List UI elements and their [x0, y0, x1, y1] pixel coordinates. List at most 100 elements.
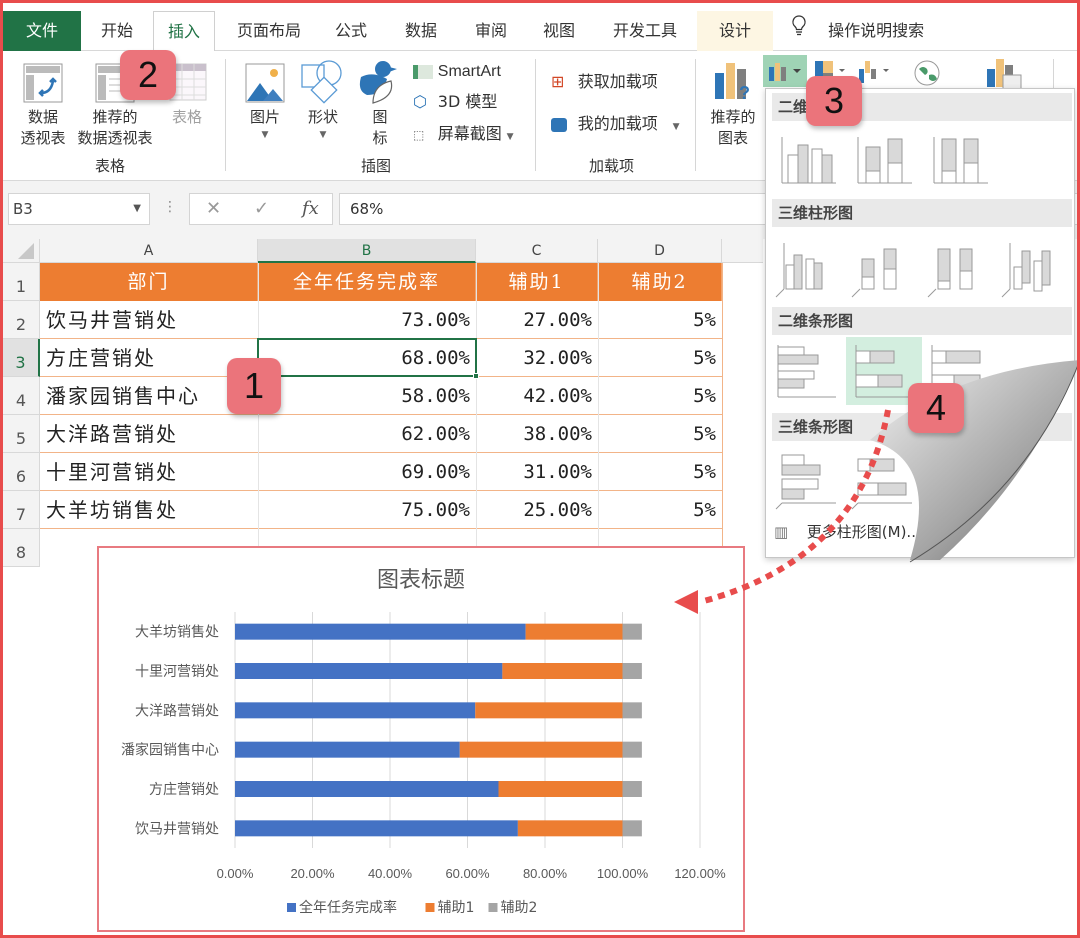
bar-segment-1[interactable]	[235, 781, 499, 797]
row-header-8[interactable]: 8	[3, 529, 40, 567]
stacked-bar-chart[interactable]: 图表标题 0.00% 20.00% 40.00% 60.00% 80.00% 100.00…	[97, 546, 745, 932]
tab-home[interactable]: 开始	[91, 11, 143, 51]
formula-bar-grip-icon[interactable]: ⋮	[163, 199, 177, 215]
screenshot-button[interactable]: ⬚ 屏幕截图 ▼	[413, 123, 514, 148]
3d-model-button[interactable]: ⬡ 3D 模型	[413, 91, 497, 113]
100-stacked-column-option[interactable]	[924, 127, 992, 195]
clustered-column-option[interactable]	[772, 127, 840, 195]
select-all-corner[interactable]	[3, 239, 40, 263]
bar-segment-3[interactable]	[622, 781, 642, 797]
value-cell[interactable]: 32.00%	[476, 339, 598, 377]
bar-segment-2[interactable]	[502, 663, 623, 679]
tab-design[interactable]: 设计	[697, 11, 773, 51]
bar-segment-3[interactable]	[622, 702, 642, 719]
row-header-6[interactable]: 6	[3, 453, 40, 491]
header-cell[interactable]: 辅助2	[598, 263, 722, 301]
shapes-dropdown-icon: ▼	[319, 130, 327, 140]
x-tick-label: 120.00%	[674, 866, 726, 881]
department-cell[interactable]: 潘家园销售中心	[40, 377, 258, 415]
column-header-c[interactable]: C	[476, 239, 598, 263]
bar-segment-2[interactable]	[517, 820, 623, 837]
get-addins-button[interactable]: ⊞ 获取加载项	[551, 71, 658, 93]
column-header-e[interactable]	[722, 239, 763, 263]
bar-segment-3[interactable]	[622, 623, 642, 640]
tab-formulas[interactable]: 公式	[329, 11, 373, 51]
row-header-2[interactable]: 2	[3, 301, 40, 339]
value-cell[interactable]: 42.00%	[476, 377, 598, 415]
legend-label[interactable]: 辅助2	[501, 900, 538, 916]
tab-review[interactable]: 审阅	[469, 11, 513, 51]
tab-data[interactable]: 数据	[399, 11, 443, 51]
enter-check-icon[interactable]: ✓	[254, 198, 269, 219]
3d-stacked-column-option[interactable]	[848, 235, 916, 303]
tab-developer[interactable]: 开发工具	[607, 11, 683, 51]
department-cell[interactable]: 方庄营销处	[40, 339, 258, 377]
department-cell[interactable]: 饮马井营销处	[40, 301, 258, 339]
column-header-b[interactable]: B	[258, 239, 476, 263]
smartart-button[interactable]: SmartArt	[413, 61, 501, 82]
row-header-1[interactable]: 1	[3, 263, 40, 301]
value-cell[interactable]: 25.00%	[476, 491, 598, 529]
tab-insert[interactable]: 插入	[153, 11, 215, 52]
value-cell[interactable]: 62.00%	[258, 415, 476, 453]
3d-100-stacked-column-option[interactable]	[924, 235, 992, 303]
pivot-chart-button[interactable]	[983, 55, 1023, 91]
name-box[interactable]: B3 ▼	[8, 193, 150, 225]
bar-segment-3[interactable]	[622, 820, 642, 837]
tell-me-search[interactable]: 操作说明搜索	[791, 11, 951, 51]
bar-segment-1[interactable]	[235, 741, 460, 758]
value-cell[interactable]: 27.00%	[476, 301, 598, 339]
value-cell[interactable]: 5%	[598, 339, 722, 377]
row-header-7[interactable]: 7	[3, 491, 40, 529]
fill-handle[interactable]	[473, 373, 479, 379]
value-cell[interactable]: 75.00%	[258, 491, 476, 529]
row-header-3[interactable]: 3	[3, 339, 40, 377]
3d-column-option[interactable]	[1000, 235, 1068, 303]
row-header-5[interactable]: 5	[3, 415, 40, 453]
value-cell[interactable]: 31.00%	[476, 453, 598, 491]
value-cell[interactable]: 58.00%	[258, 377, 476, 415]
header-cell[interactable]: 全年任务完成率	[258, 263, 476, 301]
3d-100-stacked-column-icon	[927, 248, 973, 298]
bar-segment-2[interactable]	[475, 702, 623, 719]
department-cell[interactable]: 大羊坊销售处	[40, 491, 258, 529]
value-cell[interactable]: 5%	[598, 301, 722, 339]
legend-label[interactable]: 辅助1	[438, 900, 475, 916]
bar-segment-3[interactable]	[622, 663, 642, 679]
bar-segment-3[interactable]	[622, 741, 642, 758]
stacked-column-option[interactable]	[848, 127, 916, 195]
my-addins-button[interactable]: 我的加载项 ▼	[551, 113, 680, 138]
header-cell[interactable]: 部门	[40, 263, 258, 301]
value-cell[interactable]: 69.00%	[258, 453, 476, 491]
insert-function-icon[interactable]: fx	[302, 198, 319, 219]
department-cell[interactable]: 大洋路营销处	[40, 415, 258, 453]
selected-cell-b3[interactable]	[257, 338, 479, 379]
clustered-column-icon	[781, 137, 836, 184]
column-header-d[interactable]: D	[598, 239, 722, 263]
tell-me-label: 操作说明搜索	[828, 21, 925, 40]
value-cell[interactable]: 73.00%	[258, 301, 476, 339]
header-cell[interactable]: 辅助1	[476, 263, 598, 301]
department-cell[interactable]: 十里河营销处	[40, 453, 258, 491]
column-header-a[interactable]: A	[40, 239, 258, 263]
bar-segment-2[interactable]	[498, 781, 623, 797]
tab-page-layout[interactable]: 页面布局	[231, 11, 307, 51]
bar-segment-1[interactable]	[235, 623, 526, 640]
bar-segment-1[interactable]	[235, 702, 476, 719]
3d-clustered-column-option[interactable]	[772, 235, 840, 303]
tab-view[interactable]: 视图	[537, 11, 581, 51]
bar-segment-2[interactable]	[525, 623, 623, 640]
legend-label[interactable]: 全年任务完成率	[299, 899, 397, 916]
row-header-4[interactable]: 4	[3, 377, 40, 415]
value-cell[interactable]: 38.00%	[476, 415, 598, 453]
pivot-chart-icon	[987, 59, 1022, 90]
column-chart-button[interactable]	[763, 55, 807, 87]
tab-file[interactable]: 文件	[3, 11, 81, 51]
bar-segment-1[interactable]	[235, 663, 503, 679]
bar-segment-2[interactable]	[459, 741, 623, 758]
map-chart-button[interactable]	[907, 55, 947, 87]
bar-segment-1[interactable]	[235, 820, 518, 837]
name-box-dropdown-icon[interactable]: ▼	[133, 194, 141, 224]
legend-swatch	[488, 903, 498, 912]
cancel-icon[interactable]: ✕	[206, 198, 221, 219]
